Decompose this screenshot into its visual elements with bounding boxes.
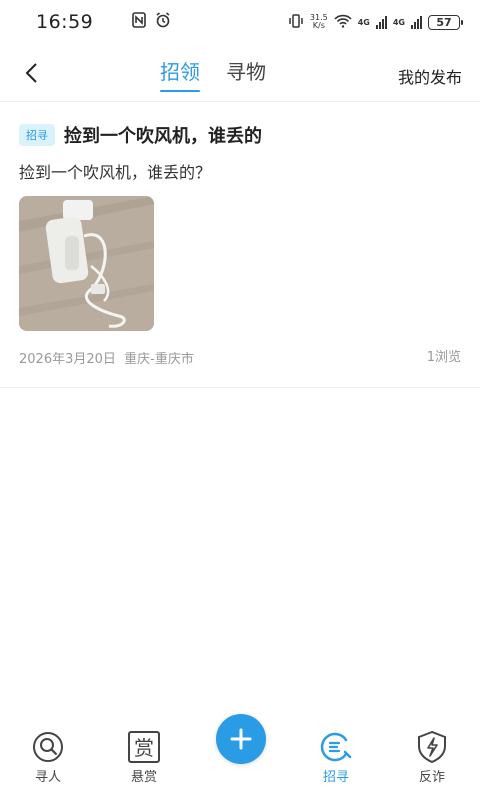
shield-icon xyxy=(418,730,446,764)
post-card[interactable]: 招寻 捡到一个吹风机，谁丢的 捡到一个吹风机，谁丢的？ 2026年3月20日 重… xyxy=(0,103,480,388)
my-posts-link[interactable]: 我的发布 xyxy=(398,64,462,88)
network-type-1: 4G xyxy=(357,17,370,27)
vibrate-icon xyxy=(288,13,304,31)
top-nav-header: 招领 寻物 我的发布 xyxy=(0,44,480,102)
post-photo-hair-dryer[interactable] xyxy=(19,196,154,331)
alarm-icon xyxy=(155,12,171,32)
signal-icon xyxy=(375,15,387,29)
add-post-button[interactable] xyxy=(216,714,266,764)
battery-indicator: 57 xyxy=(428,14,463,30)
post-date: 2026年3月20日 xyxy=(19,352,116,367)
plus-icon xyxy=(230,728,252,750)
tab-lost-items[interactable]: 寻物 xyxy=(226,56,266,92)
nav-label: 寻人 xyxy=(34,770,61,785)
tab-found-items[interactable]: 招领 xyxy=(160,56,200,92)
nav-item-search-person[interactable]: 寻人 xyxy=(18,730,78,785)
nav-label: 悬赏 xyxy=(130,770,157,785)
post-location: 重庆-重庆市 xyxy=(124,352,194,367)
tab-bar: 招领 寻物 xyxy=(160,56,266,92)
status-time: 16:59 xyxy=(36,11,94,33)
nav-label: 招寻 xyxy=(322,770,349,785)
nav-item-find[interactable]: 招寻 xyxy=(306,730,366,785)
search-person-icon xyxy=(33,732,63,762)
nfc-icon xyxy=(131,12,147,32)
network-type-2: 4G xyxy=(392,17,405,27)
post-title: 捡到一个吹风机，谁丢的 xyxy=(64,126,262,147)
post-meta: 2026年3月20日 重庆-重庆市 xyxy=(19,348,194,367)
signal-icon xyxy=(411,15,422,29)
post-views: 1浏览 xyxy=(426,350,461,365)
wifi-icon xyxy=(334,14,352,31)
reward-icon: 赏 xyxy=(128,731,160,763)
nav-item-anti-fraud[interactable]: 反诈 xyxy=(402,730,462,785)
nav-label: 反诈 xyxy=(418,770,445,785)
post-tag-badge: 招寻 xyxy=(19,124,55,146)
chevron-left-icon xyxy=(25,63,37,83)
post-description: 捡到一个吹风机，谁丢的？ xyxy=(19,163,212,182)
back-button[interactable] xyxy=(20,60,46,86)
net-speed: 31.5 K/s xyxy=(309,13,328,30)
nav-item-reward[interactable]: 赏 悬赏 xyxy=(114,730,174,785)
svg-text:赏: 赏 xyxy=(134,736,154,760)
status-bar: 16:59 31.5 K/s 4G 4G 57 xyxy=(0,0,480,44)
bottom-navigation: 寻人 赏 悬赏 招寻 反诈 xyxy=(0,714,480,800)
find-icon xyxy=(320,732,352,762)
